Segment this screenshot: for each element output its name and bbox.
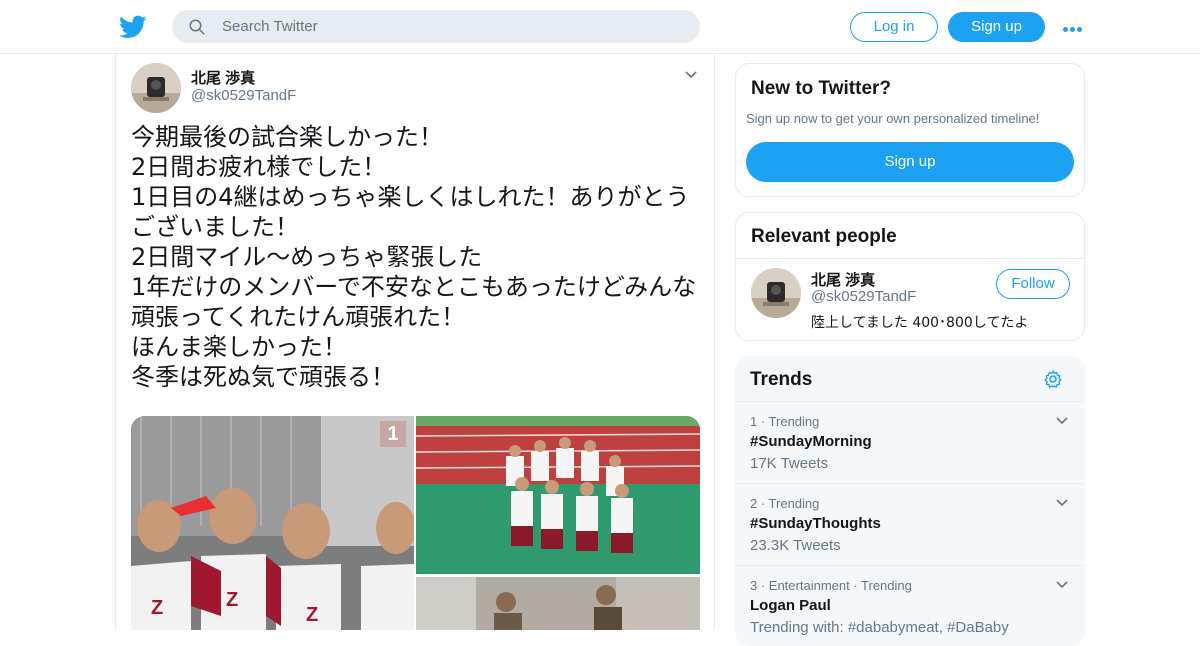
new-to-twitter-subtitle: Sign up now to get your own personalized… (746, 111, 1040, 126)
tweet-photo-1[interactable]: Z Z Z 1 (131, 416, 414, 630)
tweet-text: 今期最後の試合楽しかった！ 2日間お疲れ様でした！ 1日目の4継はめっちゃ楽しく… (131, 123, 697, 391)
relevant-person-bio: 陸上してました 400･800してたよ (811, 315, 1029, 331)
login-button[interactable]: Log in (850, 12, 938, 42)
trend-tweet-count: 17K Tweets (750, 455, 829, 472)
trend-item[interactable]: 2 · Trending #SundayThoughts 23.3K Tweet… (735, 483, 1085, 565)
divider (736, 258, 1084, 259)
tweet-photo-2[interactable] (416, 416, 700, 574)
gear-icon[interactable] (1043, 369, 1063, 389)
trend-name[interactable]: #SundayThoughts (750, 515, 881, 532)
author-handle[interactable]: @sk0529TandF (191, 87, 296, 104)
relevant-person-handle[interactable]: @sk0529TandF (811, 288, 916, 305)
search-bar[interactable] (172, 10, 700, 43)
relevant-people-title: Relevant people (751, 226, 897, 247)
svg-text:Z: Z (306, 604, 318, 626)
trend-tweet-count: Trending with: #dababymeat, #DaBaby (750, 619, 1009, 636)
signup-button[interactable]: Sign up (948, 12, 1045, 42)
tweet-detail: 北尾 渉真 @sk0529TandF 今期最後の試合楽しかった！ 2日間お疲れ様… (115, 54, 715, 630)
trends-title: Trends (750, 369, 813, 390)
new-to-twitter-title: New to Twitter? (751, 78, 892, 99)
relevant-person-name[interactable]: 北尾 渉真 (811, 269, 875, 290)
trend-name[interactable]: #SundayMorning (750, 433, 872, 450)
trends-card: Trends 1 · Trending #SundayMorning 17K T… (735, 356, 1085, 646)
relevant-person-avatar[interactable] (751, 268, 801, 318)
trend-meta: 3 · Entertainment · Trending (750, 578, 912, 593)
chevron-down-icon[interactable] (684, 70, 698, 80)
author-name[interactable]: 北尾 渉真 (191, 67, 255, 88)
chevron-down-icon[interactable] (1055, 416, 1069, 426)
twitter-logo-icon[interactable] (119, 13, 147, 41)
more-options-icon[interactable] (1063, 18, 1087, 34)
top-navigation-bar: Log in Sign up (0, 0, 1200, 54)
search-input[interactable] (222, 10, 682, 43)
svg-text:Z: Z (226, 589, 238, 611)
tweet-photo-3[interactable] (416, 577, 700, 630)
chevron-down-icon[interactable] (1055, 498, 1069, 508)
trend-tweet-count: 23.3K Tweets (750, 537, 841, 554)
relevant-people-card: Relevant people 北尾 渉真 @sk0529TandF Follo… (735, 212, 1085, 341)
trend-item[interactable]: 3 · Entertainment · Trending Logan Paul … (735, 565, 1085, 646)
follow-button[interactable]: Follow (996, 269, 1070, 299)
author-avatar[interactable] (131, 63, 181, 113)
tweet-media-grid[interactable]: Z Z Z 1 (131, 416, 700, 630)
sidebar-signup-button[interactable]: Sign up (746, 142, 1074, 182)
new-to-twitter-card: New to Twitter? Sign up now to get your … (735, 63, 1085, 197)
photo-number-badge: 1 (380, 421, 406, 447)
trend-item[interactable]: 1 · Trending #SundayMorning 17K Tweets (735, 401, 1085, 483)
chevron-down-icon[interactable] (1055, 580, 1069, 590)
trend-name[interactable]: Logan Paul (750, 597, 831, 614)
trend-meta: 1 · Trending (750, 414, 820, 429)
trend-meta: 2 · Trending (750, 496, 820, 511)
search-icon (189, 19, 205, 35)
svg-text:Z: Z (151, 597, 163, 619)
